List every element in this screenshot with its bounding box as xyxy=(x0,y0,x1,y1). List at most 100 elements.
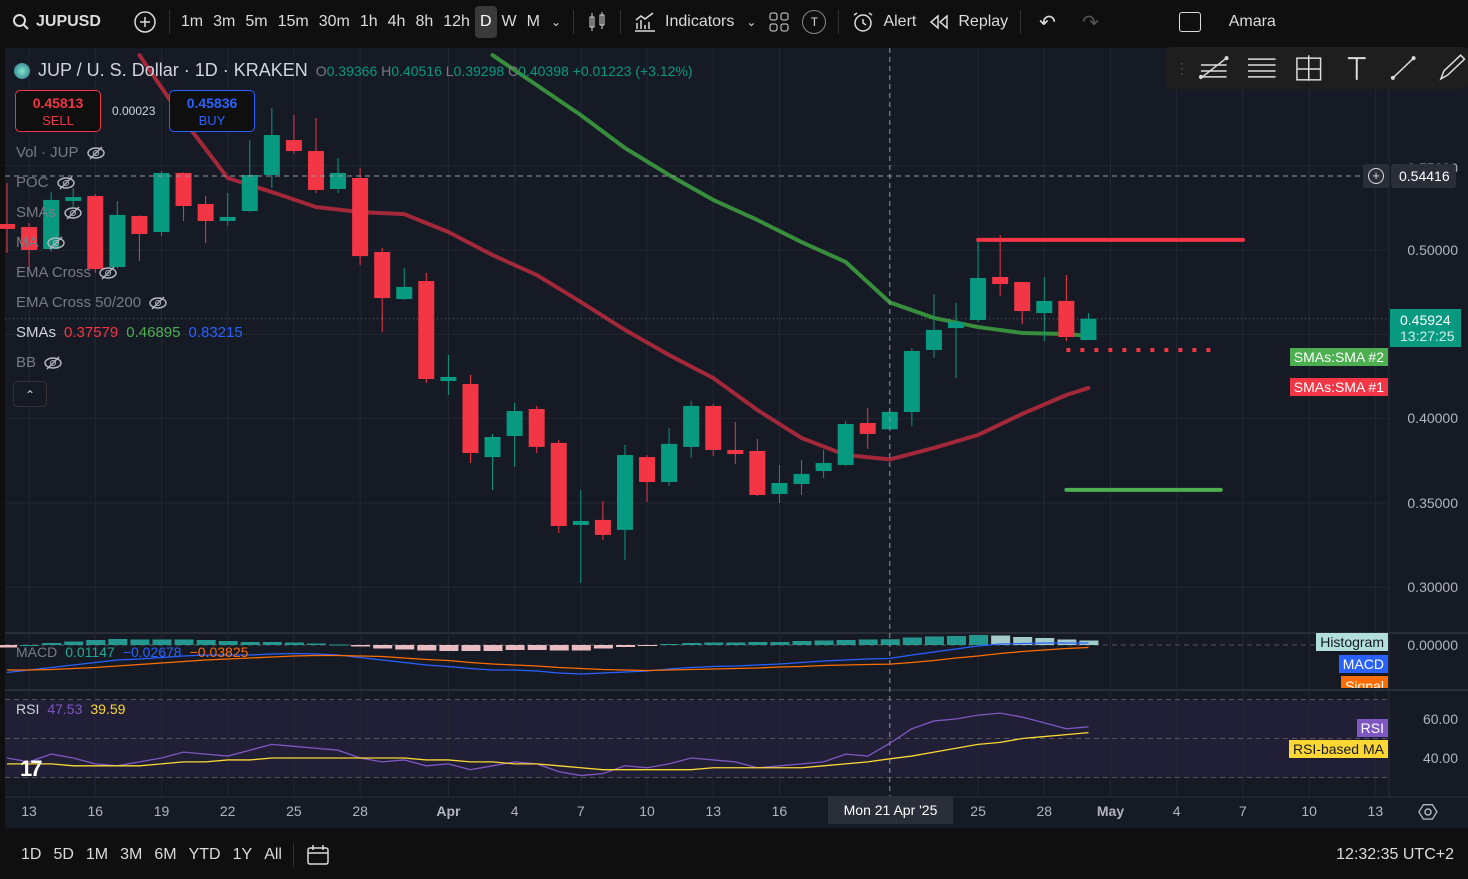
time-tick: 25 xyxy=(970,803,986,819)
rsi-legend[interactable]: RSI 47.53 39.59 xyxy=(16,701,125,717)
macd-histogram-bar xyxy=(0,645,17,648)
macd-histogram-bar xyxy=(1057,639,1077,645)
indicator-label: EMA Cross xyxy=(16,264,92,281)
clock-timezone[interactable]: 12:32:35 UTC+2 xyxy=(1336,846,1468,864)
macd-histogram-bar xyxy=(505,645,525,650)
macd-histogram-bar xyxy=(571,645,591,651)
macd-histogram-bar xyxy=(836,640,856,645)
macd-histogram-bar xyxy=(395,645,415,650)
macd-value: −0.02678 xyxy=(122,644,182,660)
candle-body xyxy=(992,276,1009,285)
add-alert-plus-button[interactable]: + xyxy=(1363,164,1389,188)
indicator-legend-item[interactable]: EMA Cross xyxy=(16,264,117,281)
macd-histogram-bar xyxy=(306,643,326,645)
time-tick: 4 xyxy=(1172,803,1181,819)
pencil-icon[interactable] xyxy=(1435,53,1468,83)
indicator-tick: 40.00 xyxy=(1422,750,1458,766)
macd-histogram-bar xyxy=(682,643,702,645)
sell-price: 0.45813 xyxy=(32,95,84,111)
signal-tag: Signal xyxy=(1341,676,1388,688)
macd-histogram-bar xyxy=(814,640,834,645)
range-3m[interactable]: 3M xyxy=(115,839,147,871)
rsi-value: 47.53 xyxy=(47,701,83,717)
crosshair-date-label: Mon 21 Apr '25 xyxy=(828,796,953,824)
indicator-tick: 0.00000 xyxy=(1407,637,1458,653)
time-tick: 10 xyxy=(1301,803,1317,819)
macd-legend[interactable]: MACD 0.01147 −0.02678 −0.03825 xyxy=(16,644,248,660)
text-tool-icon[interactable] xyxy=(1340,53,1374,83)
indicator-legend-item[interactable]: Vol · JUP xyxy=(16,144,105,161)
candle-body xyxy=(925,329,942,350)
time-tick: 22 xyxy=(219,803,236,819)
candle-body xyxy=(793,473,810,485)
candle-body xyxy=(771,483,788,494)
range-all[interactable]: All xyxy=(259,839,287,871)
indicator-tick: 60.00 xyxy=(1422,711,1458,727)
indicator-legend-item[interactable]: MA xyxy=(16,234,65,251)
time-tick: May xyxy=(1096,803,1125,819)
jupiter-logo-icon xyxy=(14,62,30,79)
drag-handle-icon[interactable]: ⋮ xyxy=(1175,60,1189,77)
eye-off-icon[interactable] xyxy=(44,355,62,370)
goto-date-button[interactable] xyxy=(300,839,336,871)
trend-lines-icon[interactable] xyxy=(1197,53,1231,83)
eye-off-icon[interactable] xyxy=(86,145,105,160)
candle-body xyxy=(727,449,744,455)
candle-body xyxy=(175,172,192,206)
eye-off-icon[interactable] xyxy=(56,175,75,190)
eye-off-icon[interactable] xyxy=(99,265,117,280)
macd-histogram-bar xyxy=(704,642,724,645)
fib-retracement-icon[interactable] xyxy=(1245,53,1279,83)
bb-legend[interactable]: BB xyxy=(16,354,62,371)
indicator-legend-item[interactable]: POC xyxy=(16,174,75,191)
chart-settings-button[interactable] xyxy=(1418,802,1438,825)
brush-icon[interactable] xyxy=(1387,53,1421,83)
macd-label: MACD xyxy=(16,644,58,660)
range-1m[interactable]: 1M xyxy=(81,839,113,871)
drawing-toolbar: ⋮ xyxy=(1165,47,1468,89)
macd-histogram-bar xyxy=(439,645,459,651)
indicator-label: POC xyxy=(16,174,49,191)
eye-off-icon[interactable] xyxy=(46,235,65,250)
candle-body xyxy=(970,277,987,320)
candle-body xyxy=(1036,300,1053,314)
indicator-legend-item[interactable]: EMA Cross 50/200 xyxy=(16,294,167,311)
candle-body xyxy=(197,203,214,222)
candle-body xyxy=(484,436,501,458)
tradingview-logo[interactable]: 17 xyxy=(20,756,43,782)
range-ytd[interactable]: YTD xyxy=(184,839,226,871)
eye-off-icon[interactable] xyxy=(64,205,82,220)
candle-body xyxy=(462,384,479,453)
sell-button[interactable]: 0.45813 SELL xyxy=(15,90,101,132)
candle-body xyxy=(837,423,854,465)
range-5d[interactable]: 5D xyxy=(48,839,78,871)
candle-body xyxy=(1014,282,1031,312)
open-label: O xyxy=(315,62,327,79)
spread-value: 0.00023 xyxy=(112,104,156,118)
smas-legend[interactable]: SMAs 0.37579 0.46895 0.83215 xyxy=(16,324,243,341)
bb-label: BB xyxy=(16,354,37,371)
buy-price: 0.45836 xyxy=(186,95,238,111)
buy-button[interactable]: 0.45836 BUY xyxy=(169,90,255,132)
sma1-tag: SMAs:SMA #1 xyxy=(1289,378,1388,396)
measure-icon[interactable] xyxy=(1292,53,1326,83)
rsi-ma-value: 39.59 xyxy=(90,701,126,717)
time-tick: 16 xyxy=(87,803,104,819)
range-1d[interactable]: 1D xyxy=(16,839,46,871)
macd-histogram-bar xyxy=(660,644,680,645)
indicator-legend-item[interactable]: SMAs xyxy=(16,204,82,221)
macd-signal-value: −0.03825 xyxy=(189,644,249,660)
symbol-title[interactable]: JUP / U. S. Dollar · 1D · KRAKEN xyxy=(38,60,308,81)
collapse-legend-button[interactable]: ⌃ xyxy=(13,381,47,407)
last-price: 0.45924 xyxy=(1400,312,1451,328)
calendar-icon xyxy=(307,844,329,865)
crosshair-price-label: 0.54416 xyxy=(1391,164,1456,188)
macd-histogram-bar xyxy=(593,645,613,649)
candle-body xyxy=(815,462,832,472)
time-tick: 7 xyxy=(1239,803,1247,819)
eye-off-icon[interactable] xyxy=(149,295,167,310)
range-6m[interactable]: 6M xyxy=(149,839,181,871)
range-1y[interactable]: 1Y xyxy=(228,839,258,871)
close-label: C xyxy=(508,62,519,79)
indicator-label: SMAs xyxy=(16,204,57,221)
